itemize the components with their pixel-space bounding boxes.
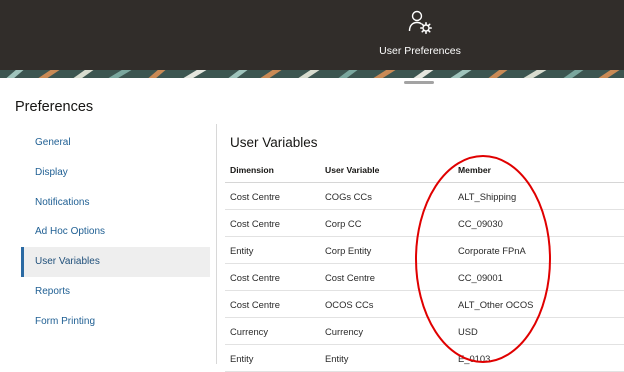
user-variable-cell: OCOS CCs — [325, 298, 374, 310]
sidebar-item-notifications[interactable]: Notifications — [21, 188, 210, 218]
sidebar-item-display[interactable]: Display — [21, 158, 210, 188]
table-row[interactable]: Cost Centre Cost Centre CC_09001 — [225, 264, 624, 291]
dimension-cell: Currency — [230, 325, 269, 337]
user-variable-cell: COGs CCs — [325, 190, 372, 202]
member-cell[interactable]: ALT_Shipping — [458, 191, 624, 202]
dimension-cell: Cost Centre — [230, 298, 281, 310]
user-variable-cell: Corp Entity — [325, 244, 372, 256]
user-gear-icon — [408, 10, 433, 35]
dimension-cell: Cost Centre — [230, 271, 281, 283]
table-header: Dimension User Variable Member — [225, 157, 624, 183]
user-variable-cell: Currency — [325, 325, 364, 337]
user-variable-cell: Cost Centre — [325, 271, 376, 283]
column-header-dimension[interactable]: Dimension — [225, 165, 325, 175]
user-variables-table: Dimension User Variable Member Cost Cent… — [225, 157, 624, 372]
table-row[interactable]: Cost Centre Corp CC CC_09030 — [225, 210, 624, 237]
member-cell[interactable]: Corporate FPnA — [458, 245, 624, 256]
sidebar-item-reports[interactable]: Reports — [21, 277, 210, 307]
column-header-user-variable[interactable]: User Variable — [325, 165, 458, 175]
member-cell[interactable]: E_0103 — [458, 353, 624, 364]
dimension-cell: Cost Centre — [230, 190, 281, 202]
table-row[interactable]: Entity Corp Entity Corporate FPnA — [225, 237, 624, 264]
user-preferences-button[interactable]: User Preferences — [370, 0, 470, 70]
dimension-cell: Cost Centre — [230, 217, 281, 229]
member-cell[interactable]: USD — [458, 326, 624, 337]
preferences-sidebar: General Display Notifications Ad Hoc Opt… — [21, 128, 210, 337]
table-row[interactable]: Entity Entity E_0103 — [225, 345, 624, 372]
top-bar: User Preferences — [0, 0, 624, 70]
panel-resize-handle[interactable] — [404, 81, 434, 84]
table-row[interactable]: Cost Centre COGs CCs ALT_Shipping — [225, 183, 624, 210]
user-preferences-label: User Preferences — [379, 45, 461, 57]
sidebar-item-user-variables[interactable]: User Variables — [21, 247, 210, 277]
sidebar-item-ad-hoc-options[interactable]: Ad Hoc Options — [21, 217, 210, 247]
sidebar-item-general[interactable]: General — [21, 128, 210, 158]
dimension-cell: Entity — [230, 352, 254, 364]
table-row[interactable]: Currency Currency USD — [225, 318, 624, 345]
decorative-banner — [0, 70, 624, 78]
vertical-divider — [216, 124, 217, 364]
column-header-member[interactable]: Member — [458, 165, 624, 175]
dimension-cell: Entity — [230, 244, 254, 256]
page-title: Preferences — [15, 99, 94, 115]
section-title: User Variables — [230, 135, 318, 150]
member-cell[interactable]: CC_09030 — [458, 218, 624, 229]
member-cell[interactable]: ALT_Other OCOS — [458, 299, 624, 310]
sidebar-item-form-printing[interactable]: Form Printing — [21, 307, 210, 337]
user-variable-cell: Entity — [325, 352, 349, 364]
table-row[interactable]: Cost Centre OCOS CCs ALT_Other OCOS — [225, 291, 624, 318]
member-cell[interactable]: CC_09001 — [458, 272, 624, 283]
user-variable-cell: Corp CC — [325, 217, 362, 229]
